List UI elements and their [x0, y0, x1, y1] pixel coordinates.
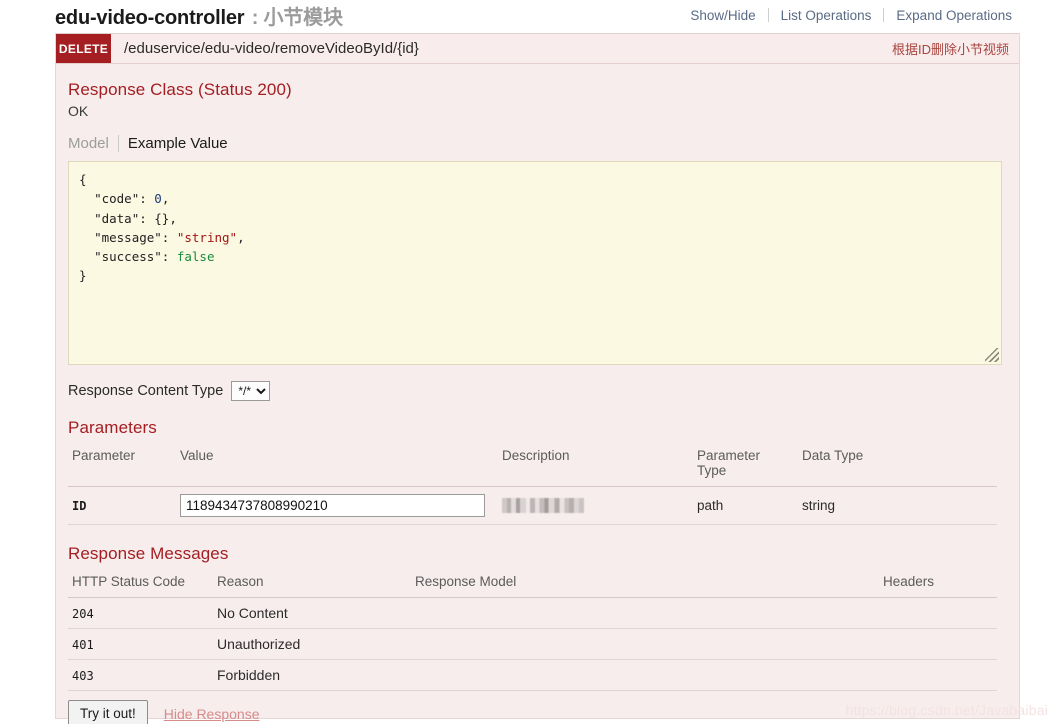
json-value-success: false: [176, 249, 215, 265]
resource-separator: :: [246, 6, 264, 29]
redacted-description-block: [502, 498, 584, 514]
json-key-success: "success": [94, 249, 162, 265]
col-value: Value: [176, 445, 498, 487]
status-code-cell: 401: [68, 628, 213, 660]
parameter-data-type-cell: string: [798, 486, 997, 525]
parameter-value-cell: [176, 486, 498, 525]
response-model-cell: [411, 628, 879, 660]
json-value-data: {}: [154, 210, 170, 226]
json-key-data: "data": [94, 210, 140, 226]
table-row: 403 Forbidden: [68, 659, 997, 691]
parameter-value-input[interactable]: [180, 494, 485, 517]
json-value-code: 0: [154, 191, 162, 207]
status-code-cell: 204: [68, 597, 213, 629]
parameters-heading: Parameters: [68, 418, 157, 437]
model-example-tabs: Model Example Value: [68, 135, 997, 152]
response-messages-header-row: HTTP Status Code Reason Response Model H…: [68, 571, 997, 598]
operation-header[interactable]: DELETE /eduservice/edu-video/removeVideo…: [56, 33, 1019, 64]
col-parameter-type-line2: Type: [697, 463, 727, 478]
status-code: 401: [72, 637, 94, 652]
resource-header: edu-video-controller : 小节模块 Show/Hide Li…: [0, 0, 1054, 30]
json-key-message: "message": [94, 229, 162, 245]
table-row: ID path string: [68, 486, 997, 525]
operation-block: DELETE /eduservice/edu-video/removeVideo…: [55, 33, 1020, 724]
operation-path: /eduservice/edu-video/removeVideoById/{i…: [124, 40, 419, 57]
list-operations-link[interactable]: List Operations: [769, 8, 884, 23]
show-hide-link[interactable]: Show/Hide: [678, 8, 767, 23]
col-data-type: Data Type: [798, 445, 997, 487]
parameter-name-cell: ID: [68, 486, 176, 525]
json-close-brace: }: [79, 268, 87, 284]
col-parameter: Parameter: [68, 445, 176, 487]
hide-response-link[interactable]: Hide Response: [164, 706, 260, 722]
reason-text: Forbidden: [217, 667, 281, 683]
json-value-message: "string": [176, 229, 238, 245]
response-model-cell: [411, 597, 879, 629]
response-messages-heading: Response Messages: [68, 544, 229, 563]
response-content-type-select[interactable]: */*: [231, 381, 271, 401]
response-status-text: OK: [68, 103, 89, 119]
try-it-out-button[interactable]: Try it out!: [68, 700, 148, 724]
example-value-code: { "code": 0, "data": {}, "message": "str…: [79, 172, 245, 284]
col-reason: Reason: [213, 571, 411, 598]
col-parameter-type-line1: Parameter: [697, 448, 761, 463]
json-key-code: "code": [94, 191, 140, 207]
status-code: 204: [72, 606, 94, 621]
response-messages-table: HTTP Status Code Reason Response Model H…: [68, 571, 997, 691]
headers-cell: [879, 659, 997, 691]
reason-cell: No Content: [213, 597, 411, 629]
response-content-type-row: Response Content Type */*: [68, 381, 997, 401]
operation-content: Response Class (Status 200) OK Model Exa…: [56, 64, 1019, 724]
parameter-description-cell: [498, 486, 693, 525]
parameters-table: Parameter Value Description Parameter Typ…: [68, 445, 997, 525]
resize-grip-icon[interactable]: [985, 348, 999, 362]
reason-text: No Content: [217, 605, 288, 621]
col-response-model: Response Model: [411, 571, 879, 598]
response-class-heading: Response Class (Status 200): [68, 80, 292, 99]
reason-text: Unauthorized: [217, 636, 301, 652]
json-comma: ,: [161, 191, 170, 207]
resource-name-cn: 小节模块: [263, 6, 343, 29]
table-row: 204 No Content: [68, 597, 997, 629]
response-content-type-label: Response Content Type: [68, 383, 224, 399]
table-row: 401 Unauthorized: [68, 628, 997, 660]
reason-cell: Unauthorized: [213, 628, 411, 660]
json-comma: ,: [169, 210, 177, 226]
http-method-badge: DELETE: [56, 34, 111, 63]
col-http-status-code: HTTP Status Code: [68, 571, 213, 598]
headers-cell: [879, 597, 997, 629]
parameters-header-row: Parameter Value Description Parameter Typ…: [68, 445, 997, 487]
col-headers: Headers: [879, 571, 997, 598]
col-parameter-type: Parameter Type: [693, 445, 798, 487]
status-code: 403: [72, 668, 94, 683]
json-open-brace: {: [79, 172, 87, 187]
tab-example-value[interactable]: Example Value: [119, 135, 228, 152]
resource-op-links: Show/Hide List Operations Expand Operati…: [678, 8, 1024, 23]
headers-cell: [879, 628, 997, 660]
resource-name: edu-video-controller: [55, 6, 245, 29]
reason-cell: Forbidden: [213, 659, 411, 691]
swagger-ui-page: edu-video-controller : 小节模块 Show/Hide Li…: [0, 0, 1054, 724]
parameter-name: ID: [72, 499, 87, 513]
example-value-box[interactable]: { "code": 0, "data": {}, "message": "str…: [68, 161, 1002, 365]
status-code-cell: 403: [68, 659, 213, 691]
expand-operations-link[interactable]: Expand Operations: [884, 8, 1024, 23]
tab-model[interactable]: Model: [68, 135, 118, 152]
parameter-type-cell: path: [693, 486, 798, 525]
response-model-cell: [411, 659, 879, 691]
watermark: https://blog.csdn.net/Javabaibai: [845, 702, 1048, 718]
json-comma: ,: [237, 229, 245, 245]
operation-summary: 根据ID删除小节视频: [891, 42, 1009, 57]
col-description: Description: [498, 445, 693, 487]
page-title: edu-video-controller : 小节模块: [55, 1, 343, 30]
